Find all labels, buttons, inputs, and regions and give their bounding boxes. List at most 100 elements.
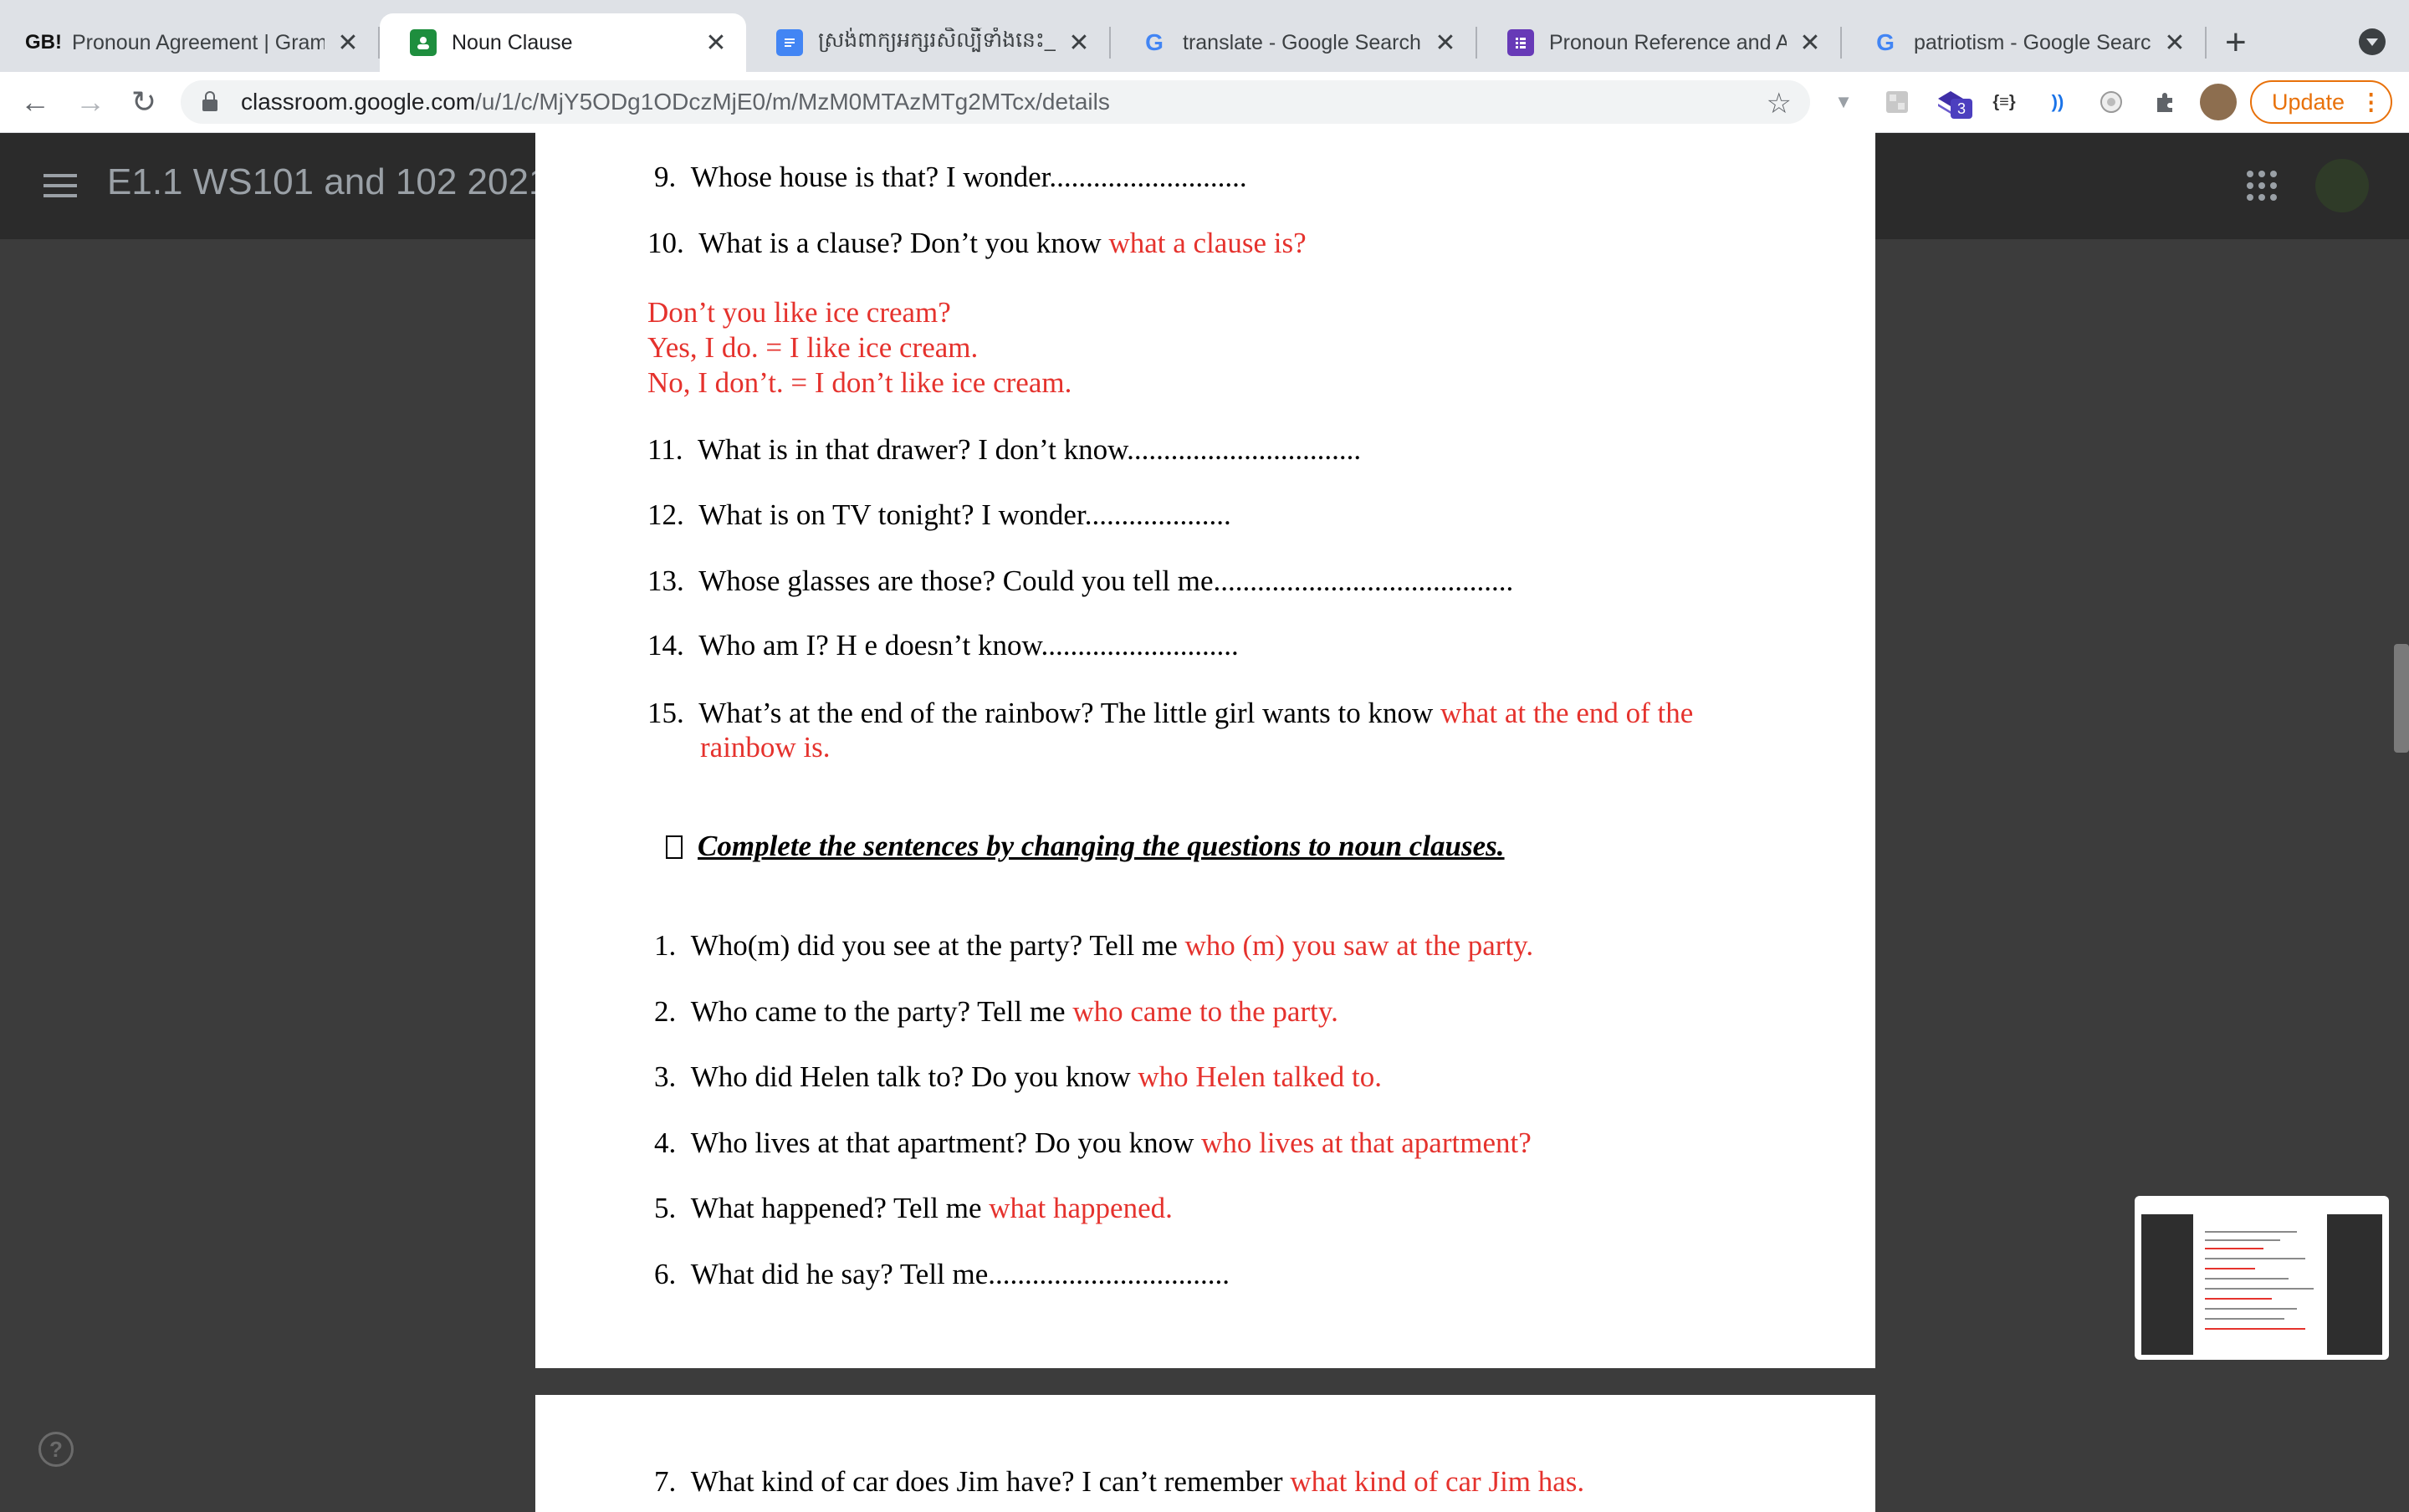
new-tab-icon[interactable]: + — [2225, 22, 2247, 64]
chrome-profile-avatar[interactable] — [2200, 84, 2237, 120]
bullet-checkbox-icon — [666, 835, 683, 859]
tab-pronoun-agreement[interactable]: GB! Pronoun Agreement | Gramm ✕ — [0, 13, 378, 72]
thumbnail-line — [2205, 1268, 2255, 1269]
screenshot-extension-icon[interactable] — [2096, 87, 2126, 117]
class-title[interactable]: E1.1 WS101 and 102 2021 — [107, 161, 549, 203]
answer-text: what kind of car Jim has. — [1290, 1465, 1585, 1498]
item-number: 12. — [647, 498, 684, 531]
tab-pronoun-reference[interactable]: Pronoun Reference and Agr ✕ — [1477, 13, 1840, 72]
question-line: 9. Whose house is that? I wonder........… — [654, 161, 1247, 194]
update-button[interactable]: Update ⋮ — [2250, 80, 2392, 124]
close-icon[interactable]: ✕ — [1434, 28, 1457, 58]
thumbnail-line — [2205, 1258, 2305, 1259]
thumbnail-line — [2205, 1288, 2314, 1290]
question-text: Who am I? H e doesn’t know — [698, 629, 1041, 662]
extension-badge: 3 — [1951, 99, 1972, 119]
question-text: Who came to the party? Tell me — [690, 995, 1073, 1028]
tab-divider — [2205, 27, 2207, 59]
thumbnail-line — [2205, 1231, 2297, 1233]
item-number: 6. — [654, 1258, 677, 1290]
question-text: What’s at the end of the rainbow? The li… — [698, 697, 1441, 729]
item-number: 15. — [647, 697, 684, 729]
question-text: What did he say? Tell me — [690, 1258, 989, 1290]
item-number: 14. — [647, 629, 684, 662]
question-line: 13. Whose glasses are those? Could you t… — [647, 564, 1513, 598]
close-icon[interactable]: ✕ — [336, 28, 360, 58]
exercise-line: 5. What happened? Tell me what happened. — [654, 1192, 1173, 1225]
item-number: 4. — [654, 1126, 677, 1159]
thumbnail-line — [2205, 1298, 2272, 1300]
answer-text: who came to the party. — [1072, 995, 1338, 1028]
question-text: What kind of car does Jim have? I can’t … — [690, 1465, 1291, 1498]
answer-text: what a clause is? — [1108, 227, 1307, 259]
readaloud-extension-icon[interactable]: )) — [2043, 87, 2073, 117]
exercise-line: 2. Who came to the party? Tell me who ca… — [654, 995, 1338, 1029]
answer-blank: ........................... — [1049, 161, 1247, 193]
item-number: 9. — [654, 161, 677, 193]
exercise-line: 6. What did he say? Tell me.............… — [654, 1258, 1230, 1291]
answer-text: who (m) you saw at the party. — [1184, 929, 1534, 962]
lock-icon[interactable] — [202, 91, 217, 111]
question-text: What happened? Tell me — [690, 1192, 990, 1224]
tab-translate-search[interactable]: G translate - Google Search ✕ — [1111, 13, 1476, 72]
close-icon[interactable]: ✕ — [1067, 28, 1091, 58]
tab-noun-clause[interactable]: Noun Clause ✕ — [380, 13, 746, 72]
question-text: Whose glasses are those? Could you tell … — [698, 564, 1214, 597]
tab-title: Noun Clause — [452, 30, 573, 54]
vimeo-extension-icon[interactable]: ▼ — [1828, 87, 1859, 117]
help-icon[interactable]: ? — [38, 1432, 74, 1467]
answer-blank: ................................. — [988, 1258, 1230, 1290]
thumbnail-line — [2205, 1278, 2289, 1280]
more-vert-icon[interactable]: ⋮ — [2360, 89, 2382, 115]
scrollbar-thumb[interactable] — [2394, 644, 2409, 753]
tab-patriotism-search[interactable]: G patriotism - Google Search ✕ — [1842, 13, 2205, 72]
url-domain: classroom.google.com — [241, 89, 476, 115]
forward-icon[interactable]: → — [72, 84, 109, 120]
tab-search-icon[interactable] — [2359, 28, 2386, 55]
url-text[interactable]: classroom.google.com/u/1/c/MjY5ODg1ODczM… — [241, 89, 1110, 115]
question-line: 11. What is in that drawer? I don’t know… — [647, 433, 1361, 467]
docs-favicon-icon — [776, 29, 803, 56]
answer-blank: ................................ — [1127, 433, 1362, 466]
google-apps-icon[interactable] — [2247, 171, 2277, 201]
browser-toolbar: ← → ↻ classroom.google.com/u/1/c/MjY5ODg… — [0, 72, 2409, 133]
address-bar[interactable]: classroom.google.com/u/1/c/MjY5ODg1ODczM… — [181, 80, 1810, 124]
note-line: No, I don’t. = I don’t like ice cream. — [647, 366, 1072, 399]
item-number: 13. — [647, 564, 684, 597]
question-text: What is a clause? Don’t you know — [698, 227, 1109, 259]
extensions-puzzle-icon[interactable] — [2150, 87, 2180, 117]
tab-title: Pronoun Agreement | Gramm — [72, 30, 325, 54]
item-number: 5. — [654, 1192, 677, 1224]
thumbnail-page — [2193, 1214, 2327, 1355]
close-icon[interactable]: ✕ — [1798, 28, 1822, 58]
question-text: Who did Helen talk to? Do you know — [690, 1060, 1138, 1093]
forms-favicon-icon — [1507, 29, 1534, 56]
reload-icon[interactable]: ↻ — [125, 84, 162, 120]
thumbnail-line — [2205, 1239, 2280, 1241]
tab-khmer-doc[interactable]: ស្រង់ពាក្យអក្សរសិល្បិ៍ទាំងនេះ_ដែលក្លែ ✕ — [746, 13, 1109, 72]
instruction-heading: Complete the sentences by changing the q… — [698, 830, 1505, 862]
main-menu-icon[interactable] — [43, 174, 77, 204]
back-icon[interactable]: ← — [17, 84, 54, 120]
note-line: Don’t you like ice cream? — [647, 296, 951, 329]
answer-blank: ........................... — [1041, 629, 1239, 662]
item-number: 7. — [654, 1465, 677, 1498]
answer-text: what happened. — [989, 1192, 1173, 1224]
thumbnail-line — [2205, 1248, 2263, 1249]
tab-title: translate - Google Search — [1183, 30, 1421, 54]
question-text: Whose house is that? I wonder — [690, 161, 1050, 193]
close-icon[interactable]: ✕ — [704, 28, 728, 58]
close-icon[interactable]: ✕ — [2163, 28, 2187, 58]
thumbnail-line — [2205, 1328, 2305, 1330]
bookmark-star-icon[interactable]: ☆ — [1767, 87, 1792, 120]
account-avatar[interactable] — [2315, 159, 2369, 212]
json-extension-icon[interactable]: {≡} — [1989, 87, 2019, 117]
question-text: Who(m) did you see at the party? Tell me — [690, 929, 1185, 962]
answer-text-continued: rainbow is. — [700, 731, 831, 764]
question-text: What is in that drawer? I don’t know — [697, 433, 1128, 466]
grammarbook-favicon-icon: GB! — [25, 31, 62, 54]
tab-title: Pronoun Reference and Agr — [1549, 30, 1787, 54]
screenshot-thumbnail[interactable] — [2135, 1196, 2389, 1360]
item-number: 1. — [654, 929, 677, 962]
grid-extension-icon[interactable] — [1882, 87, 1912, 117]
